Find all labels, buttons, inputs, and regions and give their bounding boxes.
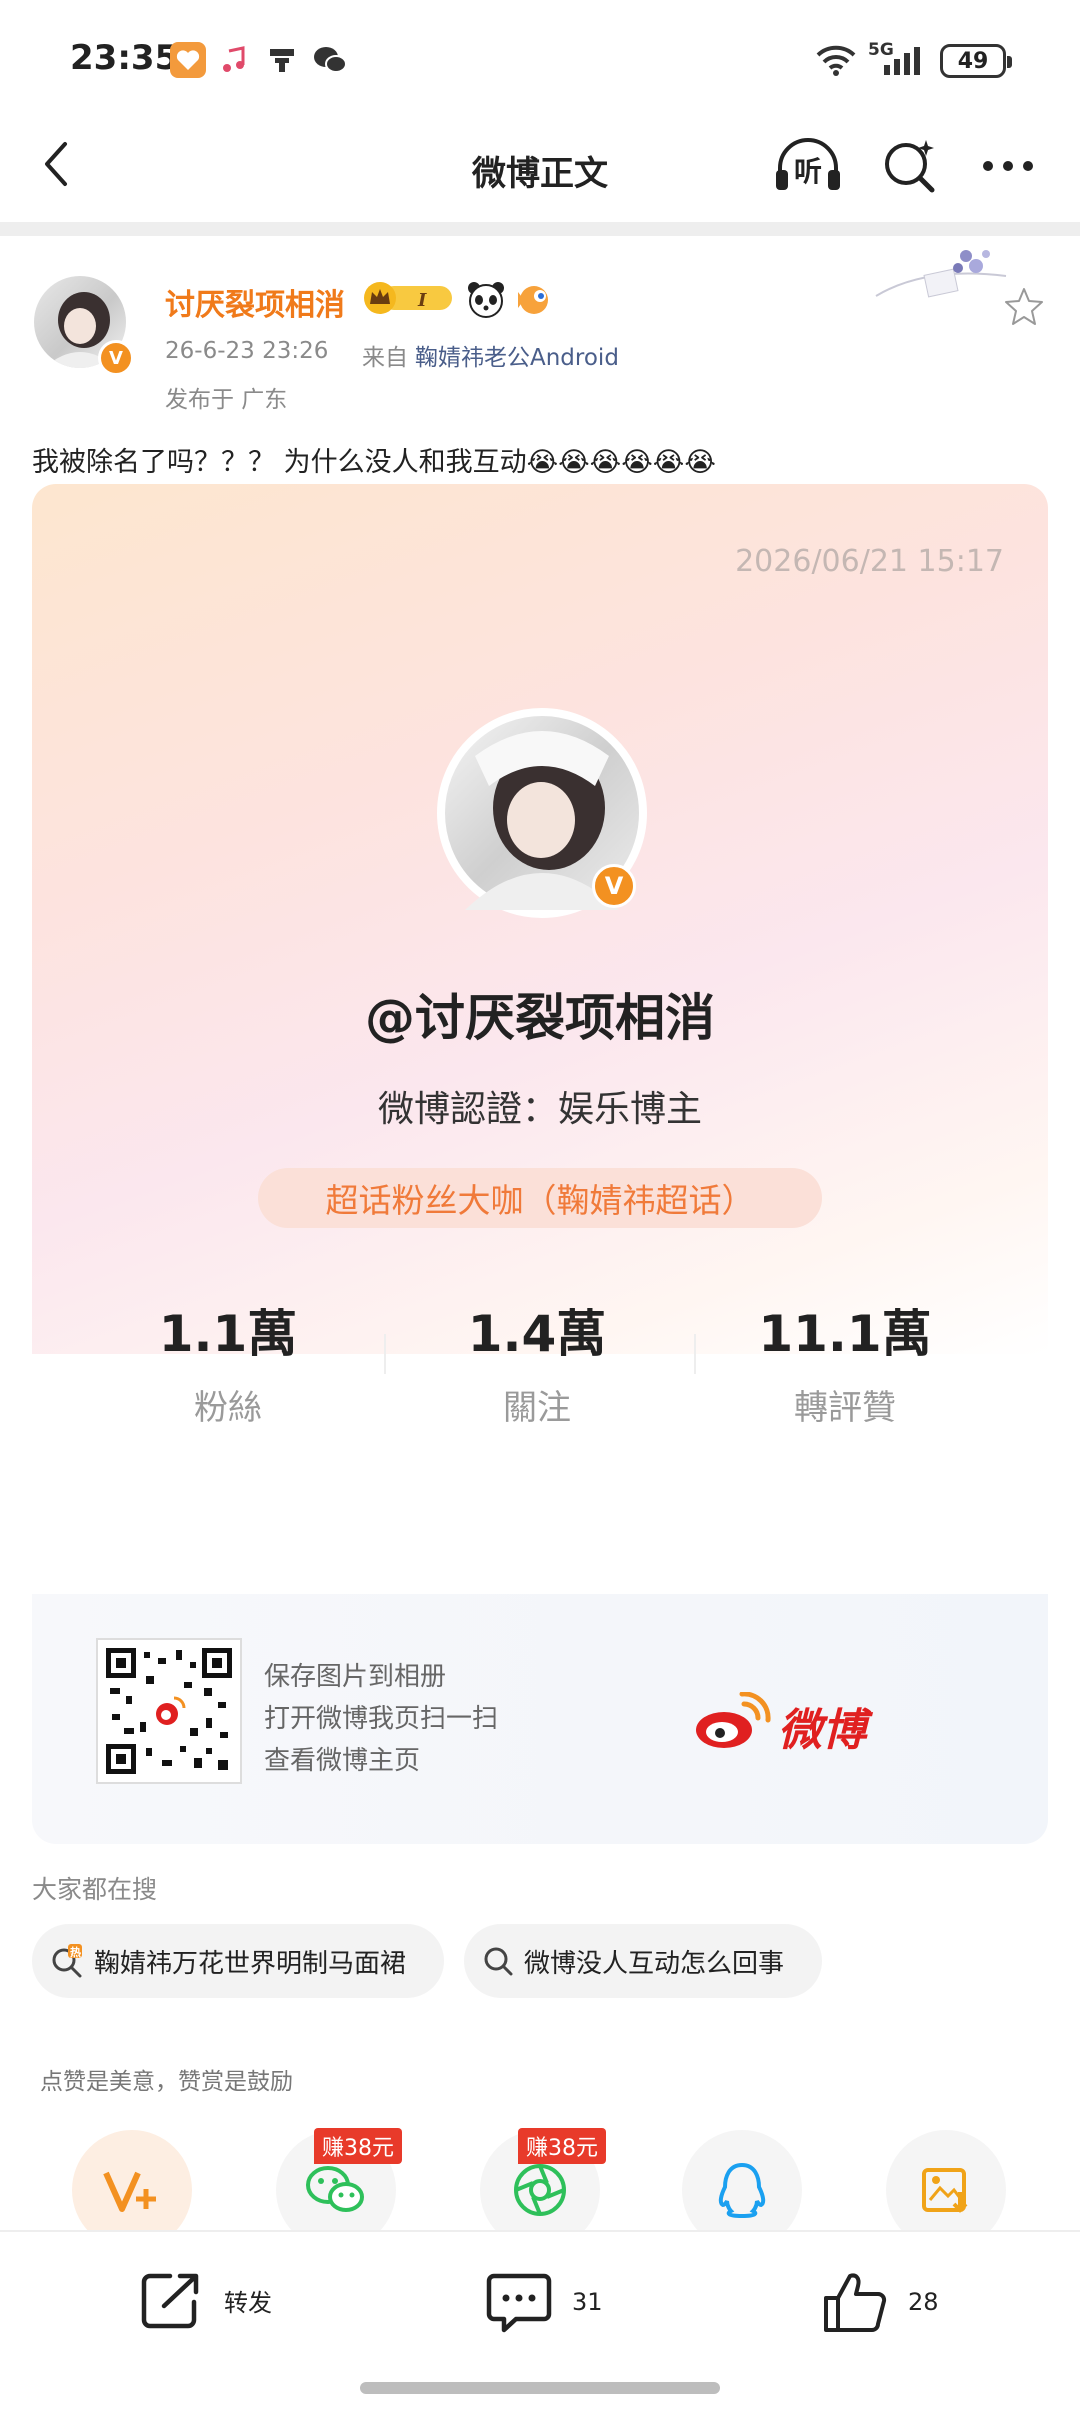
repost-label: 转发	[224, 2288, 272, 2317]
comment-count: 31	[572, 2288, 603, 2316]
search-button[interactable]	[880, 136, 940, 196]
stat-interactions: 11.1萬 轉評贊	[695, 1294, 995, 1429]
earn-money-tag: 赚38元	[314, 2128, 402, 2164]
wechat-icon	[310, 40, 350, 80]
qr-instruction: 保存图片到相册	[264, 1662, 447, 1692]
super-topic-badge: 超话粉丝大咖（鞠婧祎超话）	[258, 1168, 822, 1228]
hot-search-icon: 热	[52, 1944, 82, 1978]
status-time: 23:35	[70, 38, 179, 78]
trending-search-chip[interactable]: 微博没人互动怎么回事	[464, 1924, 822, 1998]
stat-followers: 1.1萬 粉絲	[78, 1294, 378, 1429]
like-button[interactable]: 28	[822, 2270, 939, 2334]
repost-icon	[141, 2273, 199, 2329]
save-image-icon	[922, 2168, 968, 2213]
comment-icon	[486, 2273, 552, 2333]
wifi-icon	[814, 40, 858, 80]
stat-label: 粉絲	[194, 1388, 262, 1428]
stat-value: 11.1萬	[758, 1305, 932, 1363]
card-date: 2026/06/21 15:17	[735, 544, 1004, 579]
listen-label: 听	[794, 155, 823, 188]
like-count: 28	[908, 2288, 939, 2316]
verified-badge-icon: V	[98, 340, 134, 376]
listen-button[interactable]: 听	[772, 136, 844, 196]
favorite-star-button[interactable]	[1004, 286, 1044, 326]
post-username[interactable]: 讨厌裂项相消	[165, 280, 345, 324]
qr-instruction: 打开微博我页扫一扫	[264, 1704, 499, 1734]
reward-tip: 点赞是美意，赞赏是鼓励	[40, 2069, 293, 2095]
nav-divider	[0, 222, 1080, 236]
post-timestamp: 26-6-23 23:26	[165, 338, 329, 364]
post-text: 我被除名了吗？？？ 为什么没人和我互动😭😭😭😭😭😭	[32, 447, 716, 478]
card-verified-badge-icon: V	[592, 864, 636, 908]
repost-button[interactable]: 转发	[140, 2270, 272, 2330]
stat-following: 1.4萬 關注	[387, 1294, 687, 1429]
home-indicator[interactable]	[360, 2382, 720, 2394]
qq-penguin-icon	[718, 2162, 766, 2219]
notification-heart-icon	[168, 40, 208, 80]
search-icon	[484, 1947, 513, 1976]
profile-card-image[interactable]: 2026/06/21 15:17 V @讨厌裂项相消 微博認證：娱乐博主 超话粉…	[32, 484, 1048, 1844]
star-icon	[1005, 288, 1043, 325]
moments-aperture-icon	[514, 2164, 566, 2216]
thumbs-up-icon	[824, 2273, 887, 2332]
member-crown-badge-icon: I	[362, 280, 458, 316]
trending-searches-heading: 大家都在搜	[32, 1875, 158, 1904]
app-notification-icon	[262, 40, 302, 80]
more-menu-button[interactable]	[978, 148, 1038, 184]
trending-search-label: 鞠婧祎万花世界明制马面裙	[94, 1948, 407, 1979]
stat-label: 轉評贊	[794, 1388, 896, 1428]
weibo-logo-text: 微博	[778, 1705, 866, 1756]
trending-search-chip[interactable]: 热 鞠婧祎万花世界明制马面裙	[32, 1924, 444, 1998]
card-certification: 微博認證：娱乐博主	[377, 1089, 702, 1130]
battery-indicator: 49	[940, 44, 1012, 78]
trending-search-label: 微博没人互动怎么回事	[524, 1948, 785, 1979]
qr-instruction: 查看微博主页	[264, 1746, 421, 1776]
stat-value: 1.1萬	[158, 1305, 298, 1363]
wechat-share-icon	[306, 2166, 364, 2212]
post-source-link[interactable]: 鞠婧祎老公Android	[415, 338, 619, 372]
search-sparkle-icon	[885, 140, 935, 193]
fish-badge-icon	[512, 280, 554, 318]
earn-money-tag: 赚38元	[518, 2128, 606, 2164]
qr-code-icon	[96, 1638, 242, 1784]
stat-divider	[384, 1334, 386, 1374]
more-dots-icon	[983, 161, 1033, 171]
post-location: 发布于 广东	[165, 387, 288, 413]
music-note-icon	[214, 40, 254, 80]
qr-section: 保存图片到相册 打开微博我页扫一扫 查看微博主页 微博	[32, 1594, 1048, 1844]
svg-text:I: I	[417, 290, 427, 311]
stat-label: 關注	[503, 1388, 571, 1428]
svg-text:热: 热	[70, 1945, 81, 1959]
comment-button[interactable]: 31	[486, 2270, 603, 2334]
post-from-label: 来自	[362, 345, 408, 371]
reward-v-plus-icon	[103, 2171, 156, 2212]
signal-icon	[880, 40, 930, 80]
floral-decoration-icon	[866, 236, 1016, 316]
panda-badge-icon	[466, 280, 506, 318]
weibo-logo-icon	[692, 1691, 772, 1752]
stat-value: 1.4萬	[467, 1305, 607, 1363]
card-handle: @讨厌裂项相消	[365, 989, 715, 1047]
